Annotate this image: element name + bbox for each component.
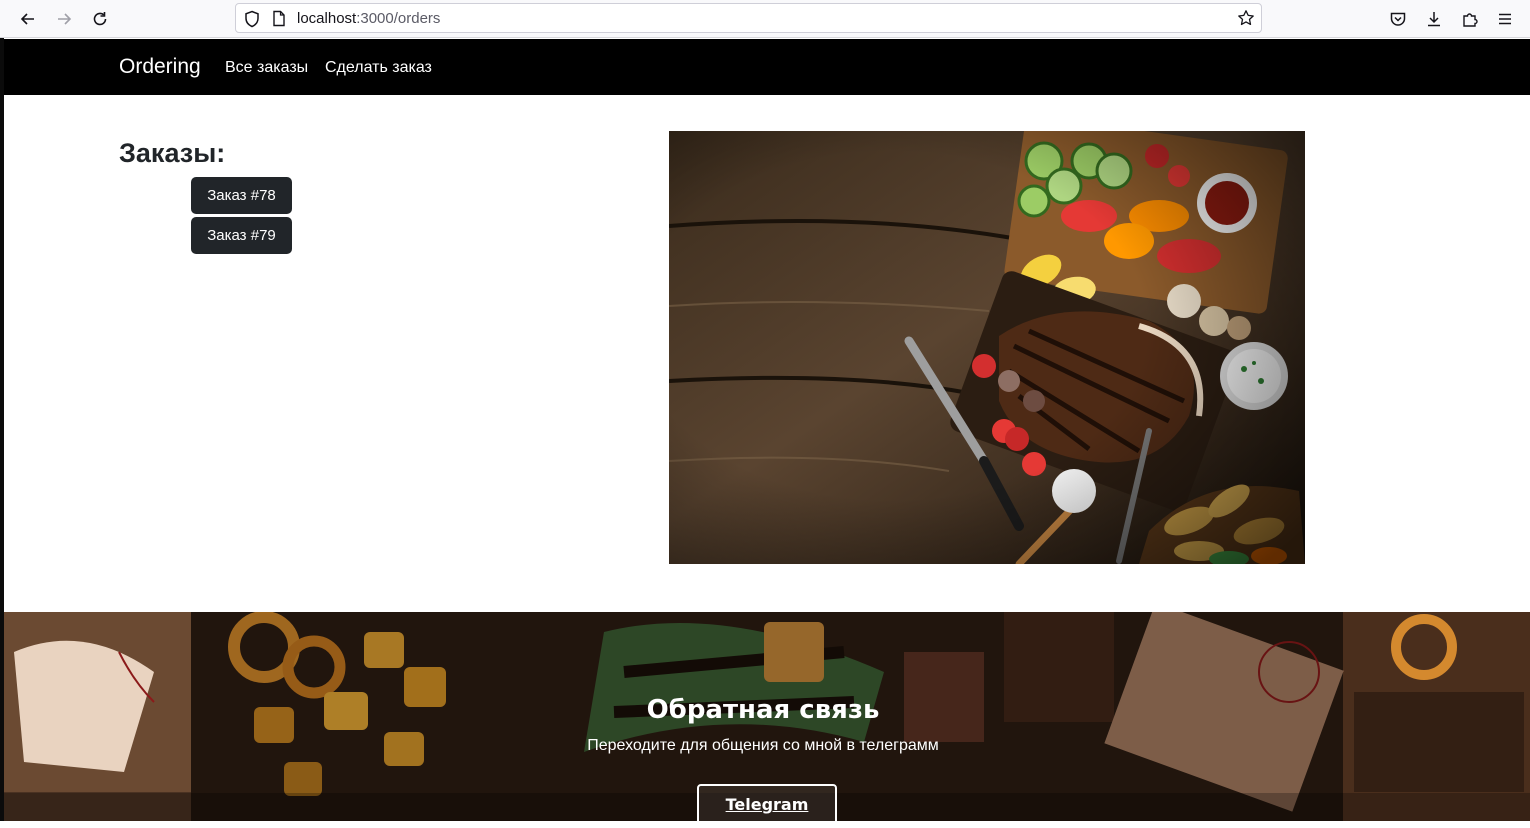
forward-button[interactable] [51, 6, 77, 32]
page-icon [273, 10, 285, 27]
food-photo [669, 131, 1305, 564]
pocket-icon [1390, 12, 1406, 26]
feedback-title: Обратная связь [646, 695, 880, 725]
hamburger-menu-icon [1499, 13, 1511, 25]
url-path: :3000/orders [356, 10, 441, 27]
order-button-78[interactable]: Заказ #78 [191, 177, 292, 214]
arrow-left-icon [20, 13, 34, 25]
reload-icon [93, 12, 107, 26]
back-button[interactable] [15, 6, 41, 32]
telegram-button[interactable]: Telegram [697, 784, 837, 828]
reload-button[interactable] [87, 6, 113, 32]
url-text[interactable]: localhost:3000/orders [297, 10, 440, 28]
url-host: localhost [297, 10, 357, 27]
bookmark-star-icon[interactable] [1237, 9, 1255, 27]
orders-heading: Заказы: [119, 138, 226, 168]
brand-link[interactable]: Ordering [119, 55, 201, 79]
menu-button[interactable] [1492, 6, 1518, 32]
order-button-79[interactable]: Заказ #79 [191, 217, 292, 254]
site-navbar: Ordering Все заказы Сделать заказ [4, 39, 1530, 95]
browser-toolbar: localhost:3000/orders [0, 0, 1530, 38]
nav-all-orders[interactable]: Все заказы [225, 58, 308, 77]
download-icon [1428, 12, 1440, 27]
shield-icon[interactable] [244, 10, 260, 28]
address-bar[interactable]: localhost:3000/orders [235, 3, 1262, 33]
puzzle-icon [1463, 13, 1478, 27]
arrow-right-icon [58, 13, 72, 25]
feedback-subtitle: Переходите для общения со мной в телегра… [587, 737, 939, 754]
downloads-button[interactable] [1421, 6, 1447, 32]
pocket-button[interactable] [1385, 6, 1411, 32]
nav-make-order[interactable]: Сделать заказ [325, 58, 432, 77]
extensions-button[interactable] [1457, 6, 1483, 32]
